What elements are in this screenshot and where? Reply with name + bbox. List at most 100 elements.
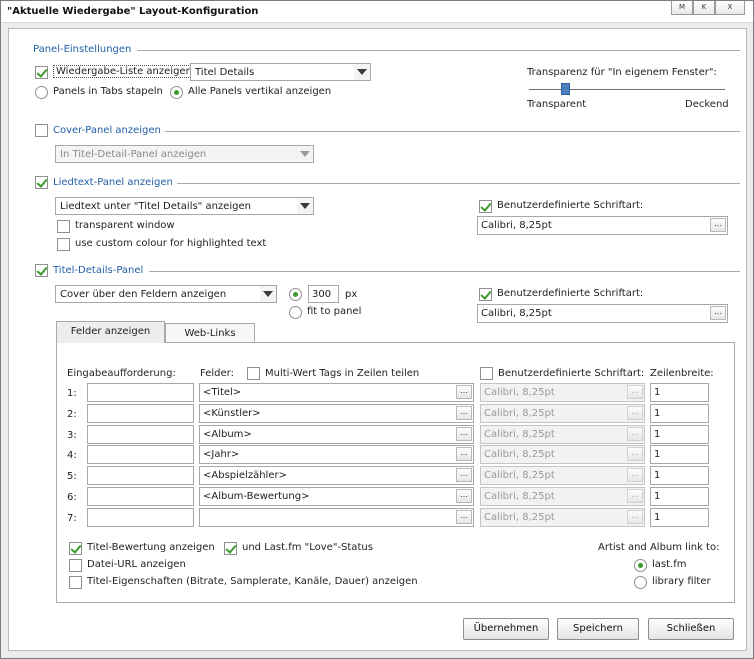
transparency-slider-track[interactable] xyxy=(529,89,725,90)
row-font-field[interactable]: Calibri, 8,25pt... xyxy=(480,425,645,444)
tab-web-links[interactable]: Web-Links xyxy=(165,323,255,343)
row-font-browse-button[interactable]: ... xyxy=(627,385,643,399)
row-font-field[interactable]: Calibri, 8,25pt... xyxy=(480,466,645,485)
row-width-input[interactable]: 1 xyxy=(650,487,709,506)
show-playlist-label[interactable]: Wiedergabe-Liste anzeigen xyxy=(53,65,195,78)
lyrics-panel-heading: Liedtext-Panel anzeigen xyxy=(53,177,177,188)
row-width-input[interactable]: 1 xyxy=(650,508,709,527)
vertical-panels-radio[interactable] xyxy=(170,86,183,99)
track-properties-checkbox[interactable] xyxy=(69,576,82,589)
lyrics-position-dropdown[interactable]: Liedtext unter "Titel Details" anzeigen xyxy=(55,197,314,215)
row-font-browse-button[interactable]: ... xyxy=(627,427,643,441)
row-font-field[interactable]: Calibri, 8,25pt... xyxy=(480,508,645,527)
prompt-input[interactable] xyxy=(87,466,194,485)
lastfm-love-checkbox[interactable] xyxy=(224,542,237,555)
details-font-browse-button[interactable]: ... xyxy=(710,306,726,320)
apply-button[interactable]: Übernehmen xyxy=(463,618,549,640)
prompt-input[interactable] xyxy=(87,508,194,527)
multi-value-checkbox[interactable] xyxy=(247,367,260,380)
close-button[interactable]: Schließen xyxy=(648,618,734,640)
cover-position-dropdown[interactable]: In Titel-Detail-Panel anzeigen xyxy=(55,145,314,163)
details-panel-checkbox[interactable] xyxy=(35,264,48,277)
row-font-browse-button[interactable]: ... xyxy=(627,468,643,482)
row-font-browse-button[interactable]: ... xyxy=(627,406,643,420)
details-custom-font-label: Benutzerdefinierte Schriftart: xyxy=(497,288,644,299)
field-browse-button[interactable]: ... xyxy=(456,510,472,524)
row-font-browse-button[interactable]: ... xyxy=(627,447,643,461)
row-number: 1: xyxy=(67,388,77,399)
transparent-window-checkbox[interactable] xyxy=(57,220,70,233)
stack-tabs-radio[interactable] xyxy=(35,86,48,99)
link-lastfm-radio[interactable] xyxy=(634,559,647,572)
field-value: <Jahr> xyxy=(203,449,240,460)
minimize-button[interactable]: M xyxy=(671,1,693,15)
field-input[interactable]: <Abspielzähler>... xyxy=(199,466,474,485)
field-input[interactable]: ... xyxy=(199,508,474,527)
tab-felder-anzeigen[interactable]: Felder anzeigen xyxy=(56,321,165,343)
row-width-input[interactable]: 1 xyxy=(650,404,709,423)
lyrics-custom-font-checkbox[interactable] xyxy=(479,200,492,213)
transparency-slider-thumb[interactable] xyxy=(561,83,570,95)
field-input[interactable]: <Album>... xyxy=(199,425,474,444)
link-target-heading: Artist and Album link to: xyxy=(598,542,720,553)
lyrics-font-field[interactable]: Calibri, 8,25pt ... xyxy=(477,216,728,235)
details-font-value: Calibri, 8,25pt xyxy=(481,308,552,319)
row-width-value: 1 xyxy=(654,408,661,419)
chevron-down-icon xyxy=(297,198,313,214)
field-browse-button[interactable]: ... xyxy=(456,406,472,420)
row-font-browse-button[interactable]: ... xyxy=(627,510,643,524)
field-input[interactable]: <Titel>... xyxy=(199,383,474,402)
fields-tab-panel: Eingabeaufforderung: Felder: Multi-Wert … xyxy=(56,342,735,603)
show-rating-checkbox[interactable] xyxy=(69,542,82,555)
fit-to-panel-radio[interactable] xyxy=(289,306,302,319)
prompt-input[interactable] xyxy=(87,445,194,464)
prompt-input[interactable] xyxy=(87,425,194,444)
prompt-input[interactable] xyxy=(87,487,194,506)
maximize-button[interactable]: K xyxy=(693,1,715,15)
link-library-radio[interactable] xyxy=(634,576,647,589)
field-input[interactable]: <Album-Bewertung>... xyxy=(199,487,474,506)
file-url-checkbox[interactable] xyxy=(69,559,82,572)
row-width-input[interactable]: 1 xyxy=(650,383,709,402)
row-width-input[interactable]: 1 xyxy=(650,466,709,485)
row-width-value: 1 xyxy=(654,429,661,440)
field-value: <Abspielzähler> xyxy=(203,470,287,481)
section-divider xyxy=(159,131,740,132)
lyrics-panel-checkbox[interactable] xyxy=(35,176,48,189)
field-browse-button[interactable]: ... xyxy=(456,489,472,503)
lyrics-font-browse-button[interactable]: ... xyxy=(710,218,726,232)
prompt-input[interactable] xyxy=(87,383,194,402)
row-width-input[interactable]: 1 xyxy=(650,425,709,444)
title-bar[interactable]: "Aktuelle Wiedergabe" Layout-Konfigurati… xyxy=(1,1,753,23)
custom-colour-checkbox[interactable] xyxy=(57,238,70,251)
row-font-field[interactable]: Calibri, 8,25pt... xyxy=(480,445,645,464)
cover-size-input[interactable]: 300 xyxy=(308,285,339,303)
show-playlist-checkbox[interactable] xyxy=(35,66,48,79)
prompt-input[interactable] xyxy=(87,404,194,423)
field-browse-button[interactable]: ... xyxy=(456,468,472,482)
cover-panel-checkbox[interactable] xyxy=(35,124,48,137)
row-font-browse-button[interactable]: ... xyxy=(627,489,643,503)
vertical-panels-label: Alle Panels vertikal anzeigen xyxy=(188,86,332,97)
field-input[interactable]: <Künstler>... xyxy=(199,404,474,423)
field-browse-button[interactable]: ... xyxy=(456,385,472,399)
details-font-field[interactable]: Calibri, 8,25pt ... xyxy=(477,304,728,323)
row-font-field[interactable]: Calibri, 8,25pt... xyxy=(480,487,645,506)
row-font-field[interactable]: Calibri, 8,25pt... xyxy=(480,383,645,402)
row-width-input[interactable]: 1 xyxy=(650,445,709,464)
size-px-radio[interactable] xyxy=(289,288,302,301)
close-window-button[interactable]: X xyxy=(715,1,745,15)
row-width-value: 1 xyxy=(654,491,661,502)
row-font-value: Calibri, 8,25pt xyxy=(484,429,555,440)
field-browse-button[interactable]: ... xyxy=(456,427,472,441)
row-font-field[interactable]: Calibri, 8,25pt... xyxy=(480,404,645,423)
cover-display-dropdown[interactable]: Cover über den Feldern anzeigen xyxy=(55,285,277,303)
playlist-position-dropdown[interactable]: Titel Details xyxy=(190,63,371,81)
field-input[interactable]: <Jahr>... xyxy=(199,445,474,464)
save-button[interactable]: Speichern xyxy=(557,618,639,640)
row-font-value: Calibri, 8,25pt xyxy=(484,470,555,481)
fields-custom-font-checkbox[interactable] xyxy=(480,367,493,380)
row-font-value: Calibri, 8,25pt xyxy=(484,449,555,460)
field-browse-button[interactable]: ... xyxy=(456,447,472,461)
details-custom-font-checkbox[interactable] xyxy=(479,288,492,301)
